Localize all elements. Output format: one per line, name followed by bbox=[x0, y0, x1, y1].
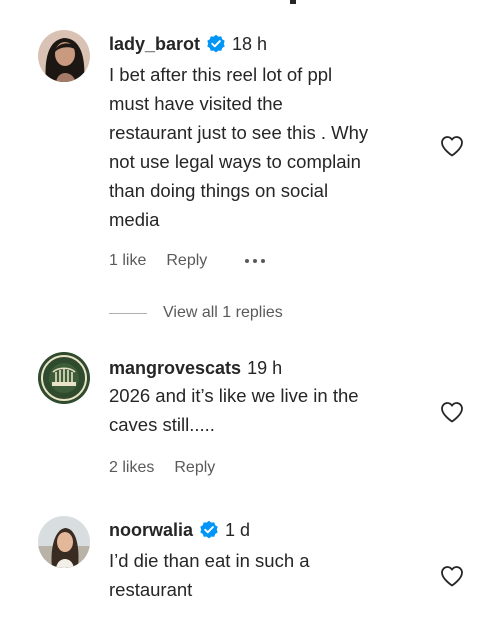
comment-line: not use legal ways to complain bbox=[109, 151, 361, 172]
verified-badge-icon bbox=[207, 34, 225, 53]
comment-line: 2026 and it’s like we live in the bbox=[109, 385, 359, 406]
username[interactable]: lady_barot bbox=[109, 33, 200, 55]
comment-line: I’d die than eat in such a bbox=[109, 550, 310, 571]
avatar[interactable] bbox=[38, 30, 90, 82]
like-count[interactable]: 1 like bbox=[109, 251, 146, 271]
heart-icon[interactable] bbox=[440, 401, 464, 423]
avatar-image bbox=[38, 516, 90, 568]
top-edge bbox=[0, 0, 500, 6]
avatar-image bbox=[38, 352, 90, 404]
comment-line: than doing things on social bbox=[109, 180, 329, 201]
timestamp: 19 h bbox=[247, 358, 283, 378]
like-count[interactable]: 2 likes bbox=[109, 458, 154, 478]
replies-divider bbox=[109, 312, 147, 314]
comment-actions: 2 likes Reply bbox=[109, 458, 253, 478]
comment-text: I bet after this reel lot of ppl must ha… bbox=[109, 60, 429, 234]
reply-button[interactable]: Reply bbox=[166, 251, 207, 271]
view-replies-button[interactable]: View all 1 replies bbox=[109, 303, 283, 323]
avatar[interactable] bbox=[38, 352, 90, 404]
comment-header: mangrovescats 19 h bbox=[109, 357, 282, 379]
avatar-image bbox=[38, 30, 90, 82]
comment-text: I’d die than eat in such a restaurant bbox=[109, 546, 429, 604]
comment-header: lady_barot 18 h bbox=[109, 33, 267, 55]
username[interactable]: noorwalia bbox=[109, 519, 193, 541]
previous-content-fragment bbox=[290, 0, 296, 4]
comment-line: restaurant just to see this . Why bbox=[109, 122, 369, 143]
timestamp: 18 h bbox=[232, 34, 268, 54]
comment-line: restaurant bbox=[109, 579, 193, 600]
more-options-icon[interactable] bbox=[245, 259, 266, 263]
comment-line: media bbox=[109, 209, 160, 230]
comment-text: 2026 and it’s like we live in the caves … bbox=[109, 381, 429, 439]
comment-line: I bet after this reel lot of ppl bbox=[109, 64, 333, 85]
timestamp: 1 d bbox=[225, 520, 251, 540]
heart-icon[interactable] bbox=[440, 565, 464, 587]
view-replies-label: View all 1 replies bbox=[163, 304, 283, 321]
comment-line: must have visited the bbox=[109, 93, 283, 114]
avatar[interactable] bbox=[38, 516, 90, 568]
comment-line: caves still..... bbox=[109, 414, 215, 435]
verified-badge-icon bbox=[200, 520, 218, 539]
comment-actions: 1 like Reply bbox=[109, 251, 266, 271]
heart-icon[interactable] bbox=[440, 135, 464, 157]
reply-button[interactable]: Reply bbox=[174, 458, 215, 478]
comment-header: noorwalia 1 d bbox=[109, 519, 250, 541]
username[interactable]: mangrovescats bbox=[109, 357, 241, 379]
